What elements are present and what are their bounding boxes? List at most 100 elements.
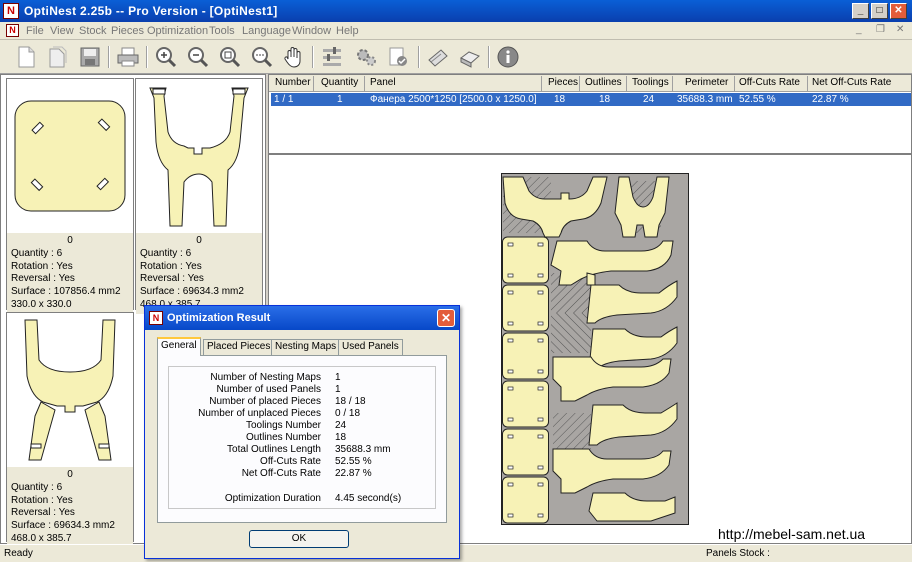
piece-preview bbox=[7, 79, 133, 233]
open-icon[interactable] bbox=[46, 45, 70, 69]
result-table: Number Quantity Panel Pieces Outlines To… bbox=[268, 74, 912, 154]
export-icon[interactable] bbox=[458, 45, 482, 69]
menu-tools[interactable]: Tools bbox=[209, 25, 235, 37]
field-label: Number of used Panels bbox=[216, 384, 321, 395]
field-value: 1 bbox=[335, 372, 341, 383]
zoom-in-icon[interactable] bbox=[154, 45, 178, 69]
title-bar: N OptiNest 2.25b -- Pro Version - [OptiN… bbox=[0, 0, 912, 22]
cell-offcuts-rate: 52.55 % bbox=[739, 94, 776, 105]
piece-preview bbox=[7, 313, 133, 467]
zoom-fit-icon[interactable] bbox=[218, 45, 242, 69]
ok-button[interactable]: OK bbox=[249, 530, 349, 548]
field-value: 52.55 % bbox=[335, 456, 372, 467]
piece-preview bbox=[136, 79, 262, 233]
validate-icon[interactable] bbox=[386, 45, 410, 69]
piece-rotation: Rotation : Yes bbox=[11, 260, 73, 272]
menu-file[interactable]: File bbox=[26, 25, 44, 37]
piece-reversal: Reversal : Yes bbox=[140, 273, 204, 285]
cell-net-offcuts-rate: 22.87 % bbox=[812, 94, 849, 105]
menu-pieces[interactable]: Pieces bbox=[111, 25, 144, 37]
general-tab-panel: Number of Nesting Maps 1 Number of used … bbox=[157, 355, 447, 523]
mdi-restore-button[interactable]: ❐ bbox=[876, 24, 885, 35]
menu-help[interactable]: Help bbox=[336, 25, 359, 37]
field-label: Net Off-Cuts Rate bbox=[241, 468, 321, 479]
field-label: Total Outlines Length bbox=[227, 444, 321, 455]
field-value: 18 / 18 bbox=[335, 396, 366, 407]
info-icon[interactable] bbox=[496, 45, 520, 69]
minimize-button[interactable]: _ bbox=[852, 3, 869, 19]
tab-nesting-maps[interactable]: Nesting Maps bbox=[271, 339, 341, 355]
cell-number: 1 / 1 bbox=[274, 94, 294, 105]
col-header-offcuts-rate[interactable]: Off-Cuts Rate bbox=[739, 77, 800, 88]
piece-reversal: Reversal : Yes bbox=[11, 507, 75, 519]
field-label: Number of Nesting Maps bbox=[210, 372, 321, 383]
piece-reversal: Reversal : Yes bbox=[11, 273, 75, 285]
tab-general[interactable]: General bbox=[157, 337, 201, 356]
tab-used-panels[interactable]: Used Panels bbox=[338, 339, 403, 355]
piece-quantity: Quantity : 6 bbox=[11, 247, 63, 259]
tab-placed-pieces[interactable]: Placed Pieces bbox=[203, 339, 275, 355]
col-header-net-offcuts-rate[interactable]: Net Off-Cuts Rate bbox=[812, 77, 891, 88]
result-summary-group: Number of Nesting Maps 1 Number of used … bbox=[168, 366, 436, 509]
cell-outlines: 18 bbox=[599, 94, 611, 105]
col-header-panel[interactable]: Panel bbox=[370, 77, 396, 88]
field-value: 1 bbox=[335, 384, 341, 395]
menu-window[interactable]: Window bbox=[292, 25, 331, 37]
watermark-url: http://mebel-sam.net.ua bbox=[718, 526, 866, 542]
duration-value: 4.45 second(s) bbox=[335, 493, 402, 504]
piece-card[interactable]: 0 Quantity : 6 Rotation : Yes Reversal :… bbox=[6, 78, 134, 314]
dialog-title-bar[interactable]: N Optimization Result ✕ bbox=[145, 306, 459, 330]
save-icon[interactable] bbox=[78, 45, 102, 69]
piece-surface: Surface : 107856.4 mm2 bbox=[11, 286, 121, 298]
duration-label: Optimization Duration bbox=[224, 493, 321, 504]
piece-card[interactable]: 0 Quantity : 6 Rotation : Yes Reversal :… bbox=[135, 78, 263, 314]
pan-hand-icon[interactable] bbox=[282, 45, 306, 69]
piece-surface: Surface : 69634.3 mm2 bbox=[11, 520, 115, 532]
zoom-window-icon[interactable] bbox=[250, 45, 274, 69]
panels-stock-status: Panels Stock : bbox=[706, 548, 770, 559]
cell-pieces: 18 bbox=[554, 94, 566, 105]
col-header-perimeter[interactable]: Perimeter bbox=[685, 77, 728, 88]
mdi-close-button[interactable]: ✕ bbox=[896, 24, 904, 35]
mdi-minimize-button[interactable]: _ bbox=[856, 24, 862, 35]
piece-count: 0 bbox=[67, 469, 73, 480]
field-label: Toolings Number bbox=[245, 420, 321, 431]
field-value: 22.87 % bbox=[335, 468, 372, 479]
menu-language[interactable]: Language bbox=[242, 25, 291, 37]
parameters-icon[interactable] bbox=[320, 45, 344, 69]
maximize-button[interactable]: □ bbox=[871, 3, 888, 19]
new-icon[interactable] bbox=[14, 45, 38, 69]
piece-info: 0 Quantity : 6 Rotation : Yes Reversal :… bbox=[7, 233, 133, 314]
piece-rotation: Rotation : Yes bbox=[11, 494, 73, 506]
cell-toolings: 24 bbox=[643, 94, 655, 105]
piece-surface: Surface : 69634.3 mm2 bbox=[140, 286, 244, 298]
report-icon[interactable] bbox=[426, 45, 450, 69]
menu-optimization[interactable]: Optimization bbox=[147, 25, 208, 37]
dialog-title: Optimization Result bbox=[167, 312, 271, 324]
toolbar bbox=[0, 40, 912, 74]
piece-info: 0 Quantity : 6 Rotation : Yes Reversal :… bbox=[7, 467, 133, 548]
close-button[interactable]: ✕ bbox=[890, 3, 907, 19]
col-header-number[interactable]: Number bbox=[275, 77, 311, 88]
menu-stock[interactable]: Stock bbox=[79, 25, 107, 37]
dialog-close-button[interactable]: ✕ bbox=[437, 309, 455, 327]
doc-logo-icon[interactable]: N bbox=[6, 24, 19, 37]
piece-card[interactable]: 0 Quantity : 6 Rotation : Yes Reversal :… bbox=[6, 312, 134, 548]
col-header-quantity[interactable]: Quantity bbox=[321, 77, 358, 88]
zoom-out-icon[interactable] bbox=[186, 45, 210, 69]
piece-info: 0 Quantity : 6 Rotation : Yes Reversal :… bbox=[136, 233, 262, 314]
cell-quantity: 1 bbox=[337, 94, 343, 105]
menu-bar: N File View Stock Pieces Optimization To… bbox=[0, 22, 912, 40]
col-header-outlines[interactable]: Outlines bbox=[585, 77, 622, 88]
piece-quantity: Quantity : 6 bbox=[140, 247, 192, 259]
col-header-toolings[interactable]: Toolings bbox=[632, 77, 669, 88]
col-header-pieces[interactable]: Pieces bbox=[548, 77, 578, 88]
table-row[interactable]: 1 / 1 1 Фанера 2500*1250 [2500.0 x 1250.… bbox=[271, 93, 911, 106]
field-label: Outlines Number bbox=[245, 432, 321, 443]
print-icon[interactable] bbox=[116, 45, 140, 69]
menu-view[interactable]: View bbox=[50, 25, 74, 37]
cell-perimeter: 35688.3 mm bbox=[677, 94, 733, 105]
optimize-icon[interactable] bbox=[354, 45, 378, 69]
nesting-sheet bbox=[501, 173, 689, 525]
window-title: OptiNest 2.25b -- Pro Version - [OptiNes… bbox=[24, 4, 278, 18]
